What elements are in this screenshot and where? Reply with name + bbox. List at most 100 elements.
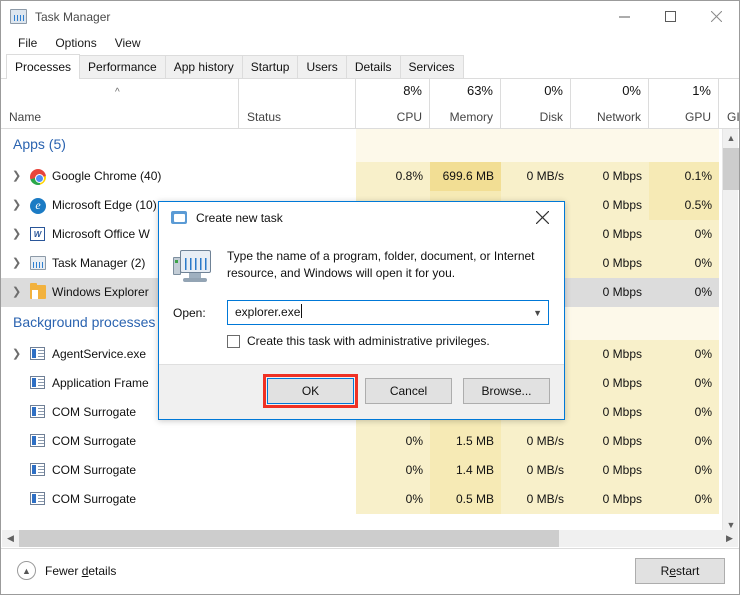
column-header-memory[interactable]: 63% Memory	[430, 79, 501, 128]
tab-startup[interactable]: Startup	[241, 55, 299, 79]
process-name-label: COM Surrogate	[52, 463, 137, 477]
column-label-gpu-engine: GI	[727, 110, 740, 124]
menu-file[interactable]: File	[9, 34, 46, 52]
fewer-details-button[interactable]: ▲ Fewer details	[17, 561, 116, 580]
process-row[interactable]: ❯ Google Chrome (40) 0.8% 699.6 MB 0 MB/s 0 M…	[1, 162, 723, 191]
process-network-cell	[571, 129, 649, 162]
process-memory-cell	[430, 129, 501, 162]
process-group-label: Apps (5)	[13, 136, 66, 152]
column-pct-gpu: 1%	[692, 83, 711, 98]
process-gpu-cell: 0.5%	[649, 191, 719, 220]
column-label-memory: Memory	[449, 110, 493, 124]
horizontal-scrollbar-thumb[interactable]	[19, 530, 559, 547]
process-group-header[interactable]: Apps (5)	[1, 129, 723, 162]
dialog-description: Type the name of a program, folder, docu…	[227, 249, 535, 280]
process-disk-cell: 0 MB/s	[501, 456, 571, 485]
process-row[interactable]: COM Surrogate 0% 1.4 MB 0 MB/s 0 Mbps 0%	[1, 456, 723, 485]
process-name-label: Windows Explorer	[52, 285, 149, 299]
scroll-up-icon[interactable]: ▲	[723, 129, 739, 146]
folder-icon	[30, 283, 46, 301]
process-name-label: Task Manager (2)	[52, 256, 146, 270]
process-cpu-cell: 0.8%	[356, 162, 430, 191]
horizontal-scrollbar[interactable]: ◀ ▶	[2, 530, 738, 547]
expand-chevron-icon[interactable]: ❯	[12, 220, 21, 249]
close-button[interactable]	[693, 2, 739, 32]
restart-button[interactable]: Restart	[635, 558, 725, 584]
process-network-cell: 0 Mbps	[571, 369, 649, 398]
column-label-disk: Disk	[539, 110, 563, 124]
process-network-cell: 0 Mbps	[571, 162, 649, 191]
column-header-gpu[interactable]: 1% GPU	[649, 79, 719, 128]
tab-processes[interactable]: Processes	[6, 54, 81, 79]
chevron-up-circle-icon: ▲	[17, 561, 36, 580]
vertical-scrollbar-thumb[interactable]	[723, 148, 739, 190]
process-network-cell	[571, 307, 649, 340]
tab-details[interactable]: Details	[345, 55, 401, 79]
maximize-button[interactable]	[647, 2, 693, 32]
tab-services[interactable]: Services	[399, 55, 464, 79]
column-header-disk[interactable]: 0% Disk	[501, 79, 571, 128]
process-memory-cell: 1.4 MB	[430, 456, 501, 485]
admin-privileges-checkbox-row[interactable]: Create this task with administrative pri…	[227, 334, 490, 348]
process-gpu-cell	[649, 129, 719, 162]
task-manager-monitor-icon	[173, 248, 213, 286]
scroll-left-icon[interactable]: ◀	[2, 530, 19, 547]
open-input-value[interactable]: explorer.exe	[235, 301, 303, 324]
chevron-down-icon[interactable]: ▼	[533, 301, 542, 324]
column-header-cpu[interactable]: 8% CPU	[356, 79, 430, 128]
column-header-gpu-engine[interactable]: GI	[719, 79, 740, 128]
process-row[interactable]: COM Surrogate 0% 1.5 MB 0 MB/s 0 Mbps 0%	[1, 427, 723, 456]
tab-app-history[interactable]: App history	[164, 55, 243, 79]
process-name-cell[interactable]: COM Surrogate	[1, 456, 356, 485]
open-label: Open:	[173, 306, 206, 320]
process-row[interactable]: COM Surrogate 0% 0.5 MB 0 MB/s 0 Mbps 0%	[1, 485, 723, 514]
process-network-cell: 0 Mbps	[571, 398, 649, 427]
dialog-footer: OK Cancel Browse...	[159, 364, 564, 419]
fewer-details-label: Fewer details	[45, 563, 117, 578]
expand-chevron-icon[interactable]: ❯	[12, 162, 21, 191]
process-cpu-cell: 0%	[356, 456, 430, 485]
process-network-cell: 0 Mbps	[571, 249, 649, 278]
process-name-label: COM Surrogate	[52, 492, 137, 506]
expand-chevron-icon[interactable]: ❯	[12, 278, 21, 307]
process-network-cell: 0 Mbps	[571, 278, 649, 307]
column-header-status[interactable]: Status	[239, 79, 356, 128]
process-disk-cell: 0 MB/s	[501, 485, 571, 514]
dialog-body: Type the name of a program, folder, docu…	[159, 234, 564, 364]
column-header-network[interactable]: 0% Network	[571, 79, 649, 128]
process-gpu-cell: 0%	[649, 485, 719, 514]
menu-options[interactable]: Options	[46, 34, 105, 52]
process-memory-cell: 699.6 MB	[430, 162, 501, 191]
tab-users[interactable]: Users	[297, 55, 347, 79]
column-label-network: Network	[596, 110, 641, 124]
process-name-label: AgentService.exe	[52, 347, 147, 361]
expand-chevron-icon[interactable]: ❯	[12, 249, 21, 278]
cancel-button[interactable]: Cancel	[365, 378, 452, 404]
open-combobox[interactable]: explorer.exe ▼	[227, 300, 549, 325]
process-name-cell[interactable]: COM Surrogate	[1, 427, 356, 456]
tab-performance[interactable]: Performance	[79, 55, 166, 79]
process-gpu-cell: 0.1%	[649, 162, 719, 191]
browse-button[interactable]: Browse...	[463, 378, 550, 404]
process-network-cell: 0 Mbps	[571, 191, 649, 220]
process-name-cell[interactable]: COM Surrogate	[1, 485, 356, 514]
dialog-close-button[interactable]	[520, 202, 564, 233]
process-memory-cell: 1.5 MB	[430, 427, 501, 456]
menu-view[interactable]: View	[106, 34, 150, 52]
process-disk-cell: 0 MB/s	[501, 427, 571, 456]
task-manager-window: Task Manager File Options View Processes…	[0, 0, 740, 595]
process-cpu-cell	[356, 129, 430, 162]
column-header-name[interactable]: Name	[1, 79, 239, 128]
column-pct-memory: 63%	[466, 83, 493, 98]
expand-chevron-icon[interactable]: ❯	[12, 191, 21, 220]
process-name-cell[interactable]: ❯ Google Chrome (40)	[1, 162, 356, 191]
dialog-title: Create new task	[196, 211, 283, 225]
ok-button[interactable]: OK	[267, 378, 354, 404]
expand-chevron-icon[interactable]: ❯	[12, 340, 21, 369]
process-name-label: Microsoft Office W	[52, 227, 150, 241]
scroll-right-icon[interactable]: ▶	[721, 530, 738, 547]
generic-process-icon	[30, 492, 46, 508]
minimize-button[interactable]	[601, 2, 647, 32]
vertical-scrollbar[interactable]: ▲ ▼	[722, 129, 739, 533]
admin-privileges-checkbox[interactable]	[227, 334, 240, 348]
